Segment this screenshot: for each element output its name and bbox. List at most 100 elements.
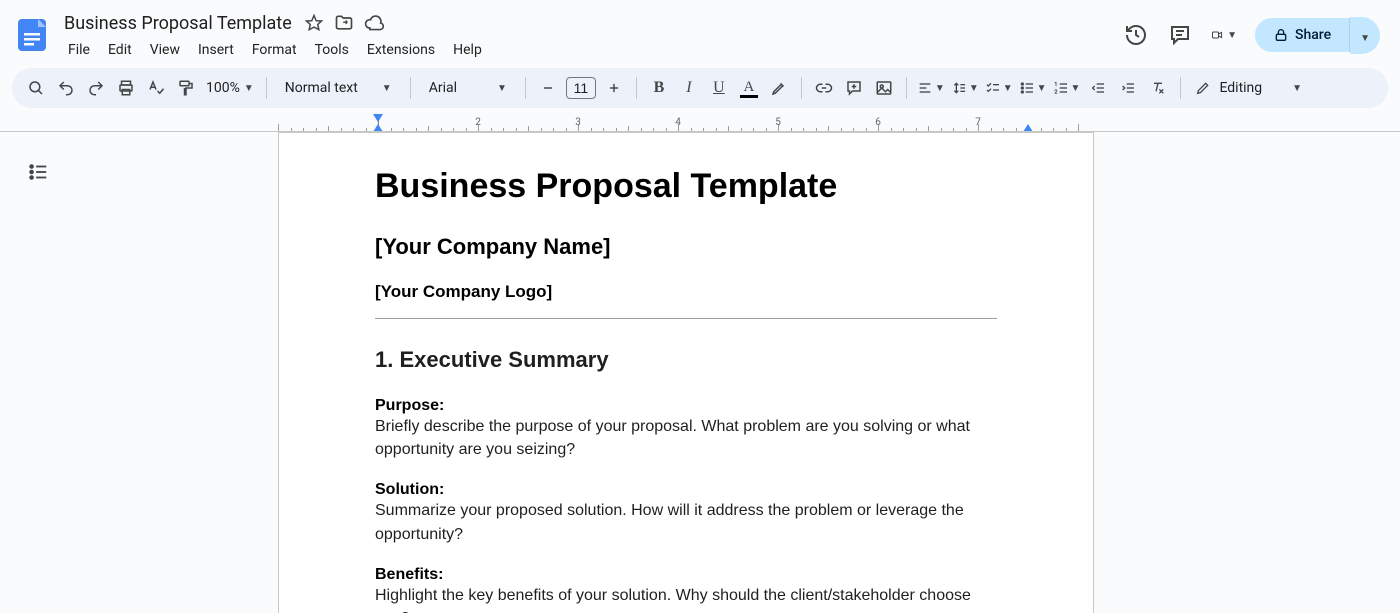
menu-edit[interactable]: Edit (100, 40, 140, 60)
font-select[interactable]: Arial ▼ (419, 80, 517, 96)
doc-heading-title[interactable]: Business Proposal Template (375, 167, 997, 206)
insert-link-icon[interactable] (810, 74, 838, 102)
spellcheck-icon[interactable] (142, 74, 170, 102)
meet-icon[interactable]: ▼ (1211, 22, 1237, 48)
increase-font-size-button[interactable] (600, 74, 628, 102)
title-column: Business Proposal Template File Edit Vie… (60, 11, 490, 60)
move-folder-icon[interactable] (334, 13, 354, 33)
paint-format-icon[interactable] (172, 74, 200, 102)
document-title-input[interactable]: Business Proposal Template (60, 11, 296, 36)
pencil-icon (1195, 80, 1211, 96)
zoom-value: 100% (206, 80, 240, 96)
docs-app-icon[interactable] (12, 15, 52, 55)
checklist-button[interactable]: ▼ (983, 74, 1015, 102)
bold-button[interactable]: B (645, 74, 673, 102)
chevron-down-icon: ▼ (1227, 30, 1237, 41)
share-group: Share ▼ (1255, 17, 1380, 54)
share-dropdown[interactable]: ▼ (1350, 17, 1380, 54)
title-row: Business Proposal Template (60, 11, 490, 36)
block-body[interactable]: Briefly describe the purpose of your pro… (375, 415, 997, 461)
history-icon[interactable] (1123, 22, 1149, 48)
bulleted-list-button[interactable]: ▼ (1017, 74, 1049, 102)
font-value: Arial (429, 80, 457, 96)
menu-view[interactable]: View (142, 40, 188, 60)
separator (801, 77, 802, 99)
search-menus-icon[interactable] (22, 74, 50, 102)
italic-button[interactable]: I (675, 74, 703, 102)
insert-image-icon[interactable] (870, 74, 898, 102)
toolbar: 100%▼ Normal text▼ Arial▼ B I U A ▼ ▼ ▼ … (12, 68, 1388, 108)
align-button[interactable]: ▼ (915, 74, 947, 102)
menu-help[interactable]: Help (445, 40, 490, 60)
share-label: Share (1295, 27, 1331, 43)
chevron-down-icon: ▼ (497, 83, 507, 94)
chevron-down-icon: ▼ (1071, 83, 1081, 94)
document-page[interactable]: Business Proposal Template [Your Company… (278, 132, 1094, 613)
ruler-number: 7 (975, 117, 981, 128)
chevron-down-icon: ▼ (969, 83, 979, 94)
ruler[interactable]: 1234567 (0, 114, 1400, 132)
chevron-down-icon: ▼ (244, 83, 254, 94)
share-button[interactable]: Share (1255, 18, 1350, 52)
block-body[interactable]: Summarize your proposed solution. How wi… (375, 499, 997, 545)
block: Purpose: Briefly describe the purpose of… (375, 397, 997, 461)
clear-formatting-button[interactable] (1144, 74, 1172, 102)
right-indent-marker[interactable] (1023, 124, 1033, 132)
text-color-button[interactable]: A (735, 74, 763, 102)
block-label[interactable]: Purpose: (375, 397, 997, 415)
paragraph-style-select[interactable]: Normal text▼ (275, 80, 402, 96)
comments-icon[interactable] (1167, 22, 1193, 48)
separator (525, 77, 526, 99)
chevron-down-icon: ▼ (935, 83, 945, 94)
block: Solution: Summarize your proposed soluti… (375, 481, 997, 545)
undo-icon[interactable] (52, 74, 80, 102)
line-spacing-button[interactable]: ▼ (949, 74, 981, 102)
title-icons (304, 13, 384, 33)
print-icon[interactable] (112, 74, 140, 102)
block: Benefits: Highlight the key benefits of … (375, 566, 997, 613)
section-heading[interactable]: 1. Executive Summary (375, 347, 997, 373)
toolbar-container: 100%▼ Normal text▼ Arial▼ B I U A ▼ ▼ ▼ … (0, 68, 1400, 108)
lock-icon (1273, 27, 1289, 43)
titlebar: Business Proposal Template File Edit Vie… (0, 0, 1400, 64)
separator (906, 77, 907, 99)
numbered-list-button[interactable]: 12▼ (1051, 74, 1083, 102)
doc-company-logo[interactable]: [Your Company Logo] (375, 282, 997, 302)
chevron-down-icon: ▼ (1292, 83, 1302, 94)
doc-company-name[interactable]: [Your Company Name] (375, 234, 997, 260)
editing-mode-select[interactable]: Editing ▼ (1189, 80, 1308, 96)
menu-format[interactable]: Format (244, 40, 305, 60)
separator (410, 77, 411, 99)
ruler-number: 5 (775, 117, 781, 128)
ruler-number: 4 (675, 117, 681, 128)
menu-file[interactable]: File (60, 40, 98, 60)
menu-insert[interactable]: Insert (190, 40, 242, 60)
left-indent-marker[interactable] (373, 124, 383, 132)
decrease-indent-button[interactable] (1084, 74, 1112, 102)
redo-icon[interactable] (82, 74, 110, 102)
separator (1180, 77, 1181, 99)
zoom-select[interactable]: 100% ▼ (202, 80, 258, 96)
block-body[interactable]: Highlight the key benefits of your solut… (375, 584, 997, 613)
block-label[interactable]: Solution: (375, 481, 997, 499)
highlight-color-button[interactable] (765, 74, 793, 102)
block-label[interactable]: Benefits: (375, 566, 997, 584)
font-size-input[interactable] (566, 77, 596, 99)
svg-text:2: 2 (1054, 89, 1057, 95)
menu-bar: File Edit View Insert Format Tools Exten… (60, 40, 490, 60)
chevron-down-icon: ▼ (382, 83, 392, 94)
chevron-down-icon: ▼ (1003, 83, 1013, 94)
cloud-status-icon[interactable] (364, 13, 384, 33)
show-outline-button[interactable] (22, 156, 54, 188)
increase-indent-button[interactable] (1114, 74, 1142, 102)
first-line-indent-marker[interactable] (373, 114, 383, 122)
ruler-number: 6 (875, 117, 881, 128)
star-icon[interactable] (304, 13, 324, 33)
underline-button[interactable]: U (705, 74, 733, 102)
menu-tools[interactable]: Tools (307, 40, 357, 60)
workspace: Business Proposal Template [Your Company… (0, 132, 1400, 613)
titlebar-right: ▼ Share ▼ (1123, 17, 1388, 54)
add-comment-icon[interactable] (840, 74, 868, 102)
decrease-font-size-button[interactable] (534, 74, 562, 102)
menu-extensions[interactable]: Extensions (359, 40, 443, 60)
